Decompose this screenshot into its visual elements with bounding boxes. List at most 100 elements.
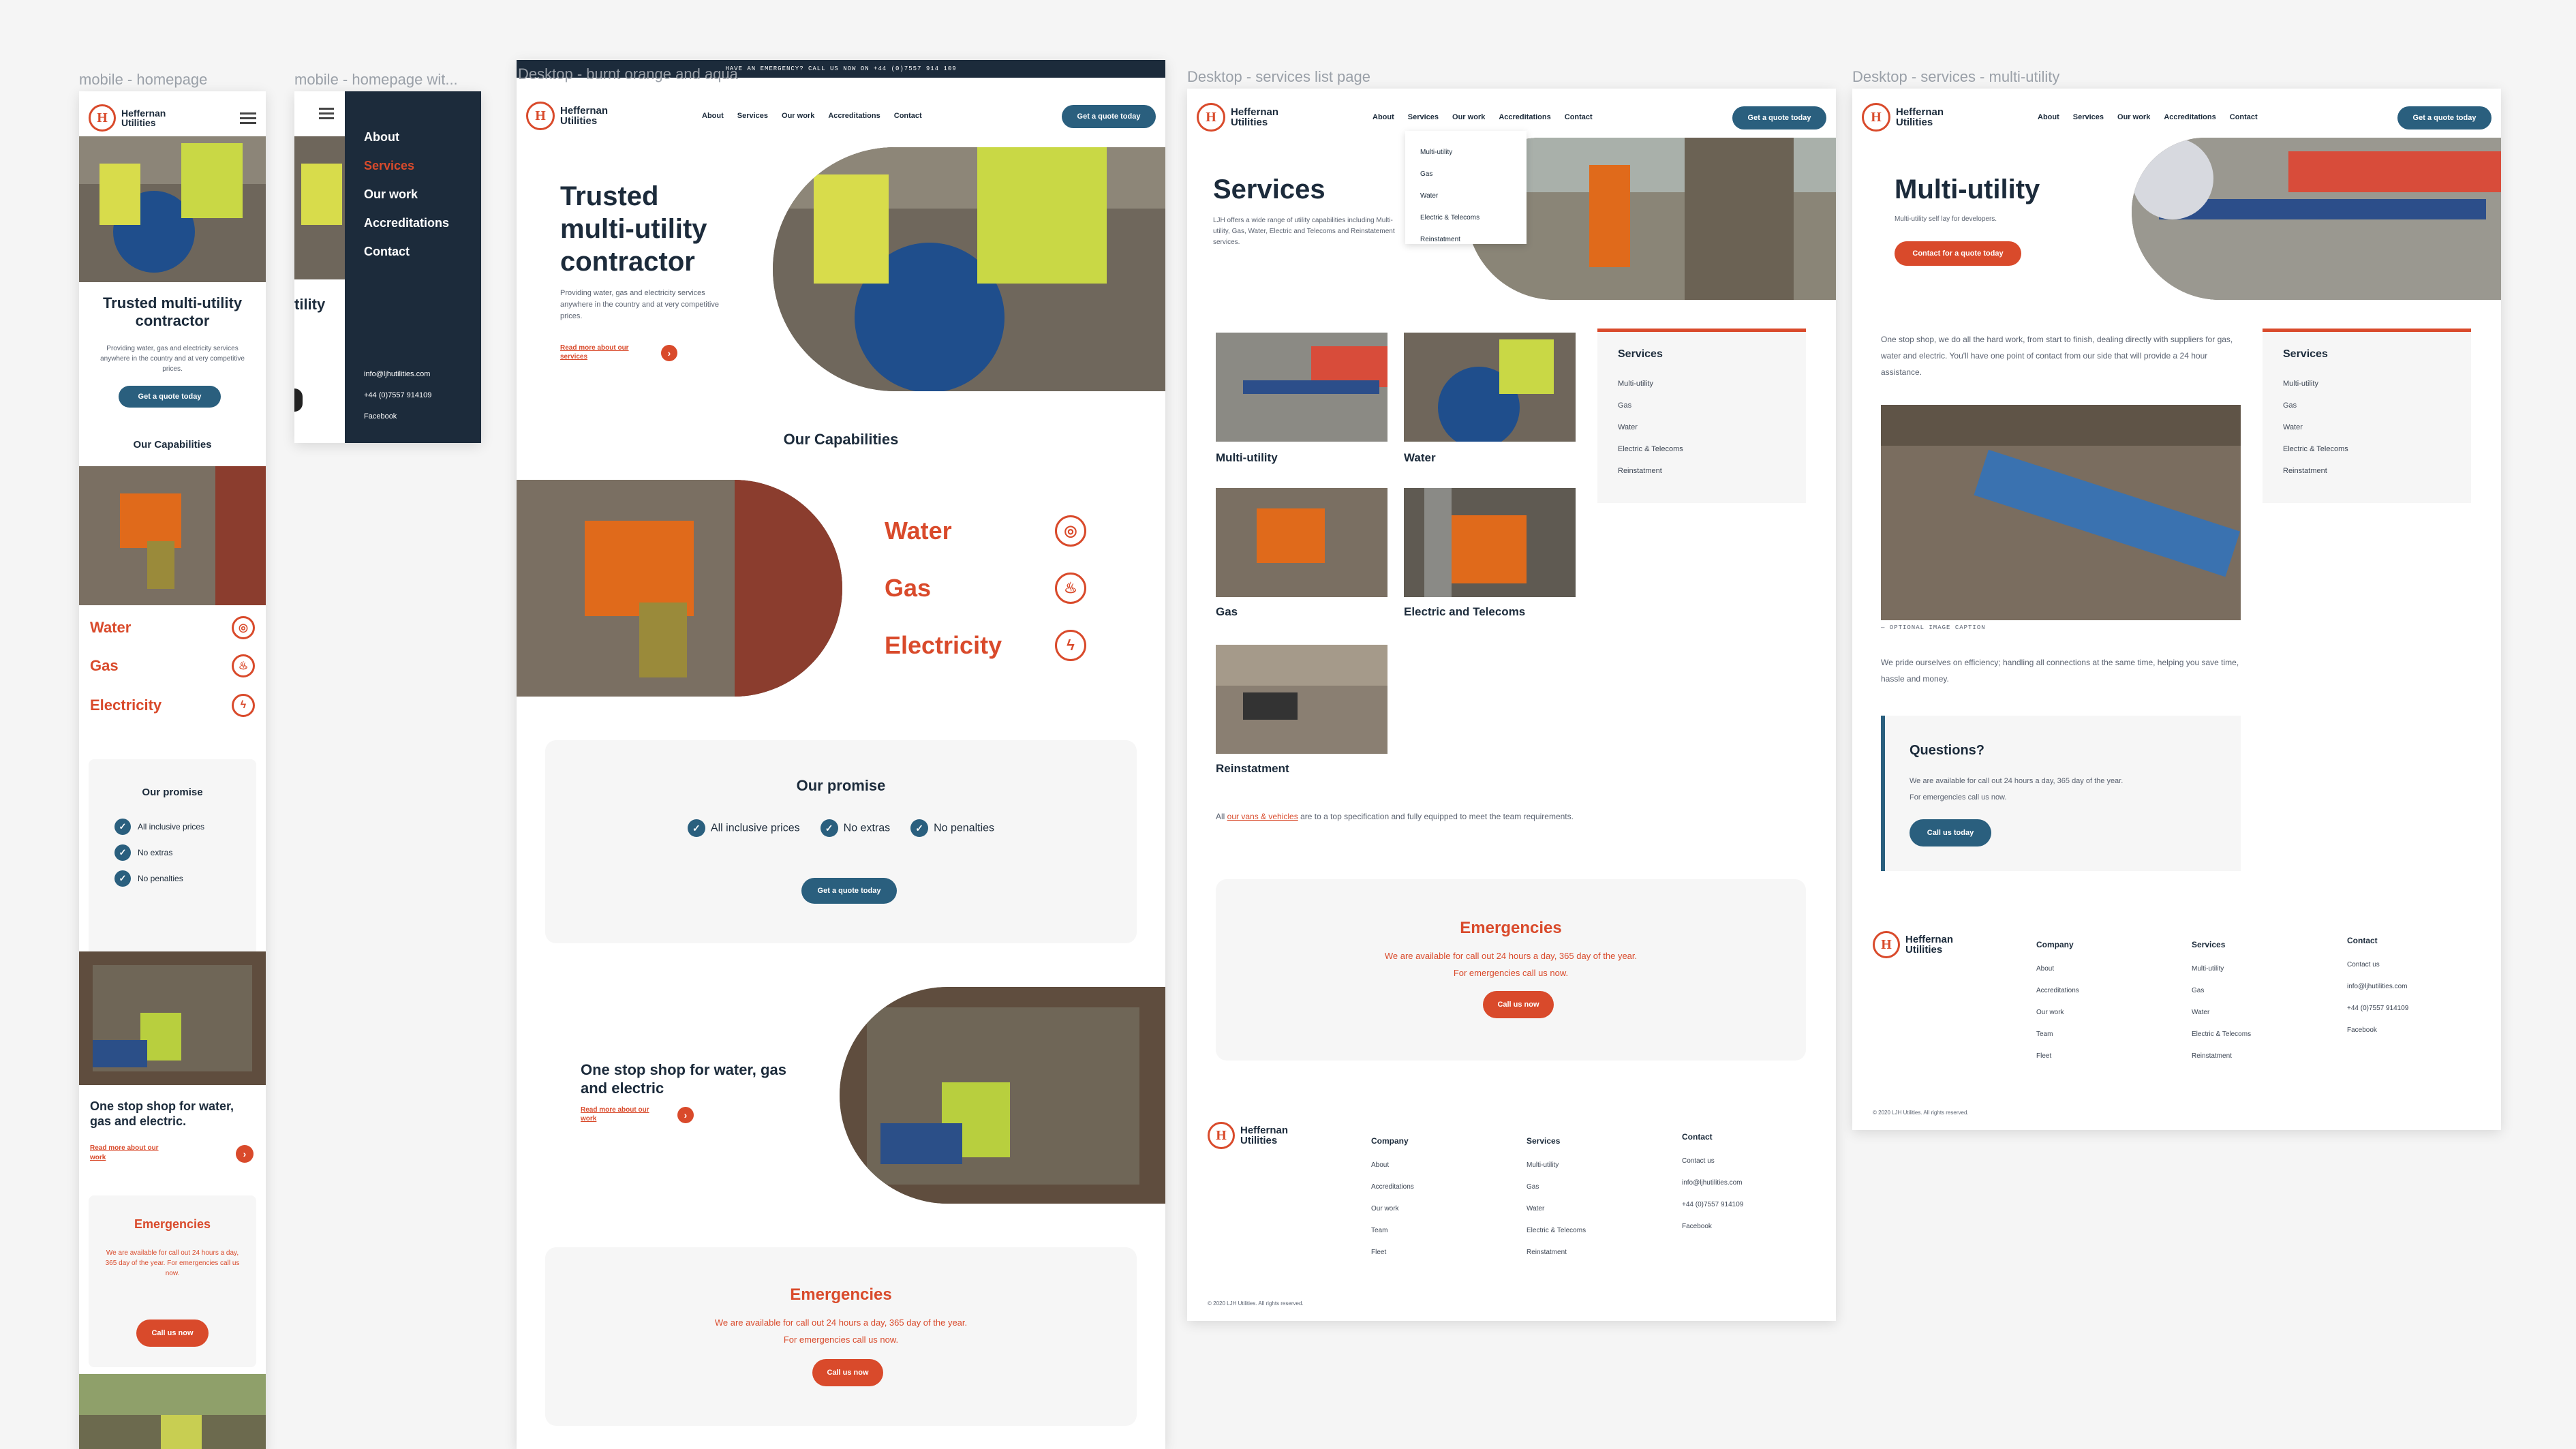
footer-link[interactable]: Multi-utility bbox=[2192, 958, 2251, 980]
footer-link[interactable]: Contact us bbox=[1682, 1150, 1743, 1172]
footer-link[interactable]: Fleet bbox=[1371, 1242, 1414, 1264]
call-now-button[interactable]: Call us now bbox=[1483, 991, 1554, 1018]
nav-our-work[interactable]: Our work bbox=[2117, 113, 2150, 121]
capability-water[interactable]: Water ◎ bbox=[90, 616, 255, 639]
nav-services[interactable]: Services bbox=[737, 112, 768, 120]
nav-about[interactable]: About bbox=[2038, 113, 2059, 121]
menu-item-about[interactable]: About bbox=[364, 123, 449, 151]
nav-contact[interactable]: Contact bbox=[1565, 113, 1593, 121]
capability-gas[interactable]: Gas ♨ bbox=[90, 654, 255, 677]
dropdown-item[interactable]: Gas bbox=[1420, 164, 1512, 185]
nav-services[interactable]: Services bbox=[2073, 113, 2104, 121]
nav-accreditations[interactable]: Accreditations bbox=[828, 112, 880, 120]
footer-link[interactable]: Gas bbox=[1527, 1176, 1586, 1198]
footer-link[interactable]: Water bbox=[2192, 1002, 2251, 1024]
tile-label[interactable]: Water bbox=[1404, 451, 1436, 465]
footer-link[interactable]: Accreditations bbox=[1371, 1176, 1414, 1198]
footer-link[interactable]: Accreditations bbox=[2036, 980, 2079, 1002]
footer-link[interactable]: Facebook bbox=[1682, 1216, 1743, 1238]
menu-item-our-work[interactable]: Our work bbox=[364, 180, 449, 209]
sidebar-item[interactable]: Gas bbox=[2283, 395, 2451, 416]
footer-link[interactable]: Our work bbox=[1371, 1198, 1414, 1220]
footer-link[interactable]: Team bbox=[2036, 1024, 2079, 1046]
footer-link[interactable]: Reinstatment bbox=[1527, 1242, 1586, 1264]
sidebar-item[interactable]: Reinstatment bbox=[2283, 460, 2451, 482]
footer-link[interactable]: Contact us bbox=[2347, 954, 2408, 976]
footer-link[interactable]: Team bbox=[1371, 1220, 1414, 1242]
arrow-right-icon[interactable]: › bbox=[661, 345, 677, 361]
nav-our-work[interactable]: Our work bbox=[782, 112, 814, 120]
get-quote-button[interactable]: Get a quote today bbox=[2397, 106, 2491, 129]
footer-logo[interactable]: H Heffernan Utilities bbox=[1873, 931, 1953, 958]
logo[interactable]: H Heffernan Utilities bbox=[1197, 103, 1278, 132]
nav-accreditations[interactable]: Accreditations bbox=[2164, 113, 2215, 121]
arrow-right-icon[interactable]: › bbox=[236, 1145, 254, 1163]
menu-item-services[interactable]: Services bbox=[364, 151, 449, 180]
vans-vehicles-link[interactable]: our vans & vehicles bbox=[1227, 812, 1298, 821]
footer-link[interactable]: +44 (0)7557 914109 bbox=[1682, 1194, 1743, 1216]
sidebar-item[interactable]: Multi-utility bbox=[1618, 373, 1785, 395]
capability-water[interactable]: Water ◎ bbox=[885, 515, 1086, 547]
sidebar-item[interactable]: Electric & Telecoms bbox=[2283, 438, 2451, 460]
footer-link[interactable]: Fleet bbox=[2036, 1046, 2079, 1067]
menu-item-contact[interactable]: Contact bbox=[364, 237, 449, 266]
sidebar-item[interactable]: Gas bbox=[1618, 395, 1785, 416]
menu-phone[interactable]: +44 (0)7557 914109 bbox=[364, 385, 431, 406]
read-more-work-link[interactable]: Read more about our work bbox=[581, 1105, 656, 1123]
footer-link[interactable]: Water bbox=[1527, 1198, 1586, 1220]
tile-label[interactable]: Electric and Telecoms bbox=[1404, 605, 1525, 619]
sidebar-item[interactable]: Electric & Telecoms bbox=[1618, 438, 1785, 460]
dropdown-item[interactable]: Multi-utility bbox=[1420, 142, 1512, 164]
arrow-right-icon[interactable]: › bbox=[677, 1107, 694, 1123]
call-us-today-button[interactable]: Call us today bbox=[1910, 819, 1991, 846]
footer-link[interactable]: Multi-utility bbox=[1527, 1155, 1586, 1176]
footer-link[interactable]: Electric & Telecoms bbox=[2192, 1024, 2251, 1046]
logo[interactable]: H Heffernan Utilities bbox=[1862, 103, 1944, 132]
capability-electricity[interactable]: Electricity ϟ bbox=[90, 694, 255, 717]
tile-label[interactable]: Reinstatment bbox=[1216, 762, 1289, 776]
nav-about[interactable]: About bbox=[702, 112, 724, 120]
call-now-button[interactable]: Call us now bbox=[136, 1320, 209, 1347]
hamburger-menu-icon[interactable] bbox=[240, 110, 256, 127]
logo[interactable]: H Heffernan Utilities bbox=[89, 104, 166, 132]
sidebar-item[interactable]: Reinstatment bbox=[1618, 460, 1785, 482]
dropdown-item[interactable]: Electric & Telecoms bbox=[1420, 207, 1512, 229]
get-quote-button[interactable]: Get a quote today bbox=[119, 386, 221, 408]
get-quote-button[interactable]: Get a quote today bbox=[801, 878, 897, 904]
get-quote-button[interactable]: Get a quote today bbox=[1732, 106, 1826, 129]
nav-contact[interactable]: Contact bbox=[894, 112, 922, 120]
nav-about[interactable]: About bbox=[1373, 113, 1394, 121]
menu-facebook[interactable]: Facebook bbox=[364, 406, 431, 427]
tile-label[interactable]: Multi-utility bbox=[1216, 451, 1278, 465]
nav-our-work[interactable]: Our work bbox=[1452, 113, 1485, 121]
sidebar-item[interactable]: Water bbox=[1618, 416, 1785, 438]
hamburger-menu-icon[interactable] bbox=[319, 105, 334, 122]
contact-quote-button[interactable]: Contact for a quote today bbox=[1895, 241, 2021, 266]
menu-email[interactable]: info@ljhutilities.com bbox=[364, 364, 431, 385]
footer-link[interactable]: About bbox=[2036, 958, 2079, 980]
read-more-services-link[interactable]: Read more about our services bbox=[560, 344, 635, 361]
dropdown-item[interactable]: Water bbox=[1420, 185, 1512, 207]
sidebar-item[interactable]: Multi-utility bbox=[2283, 373, 2451, 395]
read-more-work-link[interactable]: Read more about our work bbox=[90, 1144, 172, 1163]
logo[interactable]: H Heffernan Utilities bbox=[526, 102, 608, 130]
footer-link[interactable]: Electric & Telecoms bbox=[1527, 1220, 1586, 1242]
footer-link[interactable]: Facebook bbox=[2347, 1020, 2408, 1041]
capability-gas[interactable]: Gas ♨ bbox=[885, 573, 1086, 604]
sidebar-item[interactable]: Water bbox=[2283, 416, 2451, 438]
nav-contact[interactable]: Contact bbox=[2230, 113, 2258, 121]
footer-link[interactable]: +44 (0)7557 914109 bbox=[2347, 998, 2408, 1020]
dropdown-item[interactable]: Reinstatment bbox=[1420, 229, 1512, 251]
footer-link[interactable]: About bbox=[1371, 1155, 1414, 1176]
nav-accreditations[interactable]: Accreditations bbox=[1499, 113, 1550, 121]
tile-label[interactable]: Gas bbox=[1216, 605, 1238, 619]
footer-link[interactable]: Our work bbox=[2036, 1002, 2079, 1024]
capability-electricity[interactable]: Electricity ϟ bbox=[885, 630, 1086, 661]
footer-link[interactable]: Reinstatment bbox=[2192, 1046, 2251, 1067]
get-quote-button[interactable]: Get a quote today bbox=[1062, 105, 1156, 128]
footer-logo[interactable]: H Heffernan Utilities bbox=[1208, 1122, 1288, 1149]
footer-link[interactable]: info@ljhutilities.com bbox=[2347, 976, 2408, 998]
footer-link[interactable]: info@ljhutilities.com bbox=[1682, 1172, 1743, 1194]
footer-link[interactable]: Gas bbox=[2192, 980, 2251, 1002]
nav-services[interactable]: Services bbox=[1408, 113, 1439, 121]
